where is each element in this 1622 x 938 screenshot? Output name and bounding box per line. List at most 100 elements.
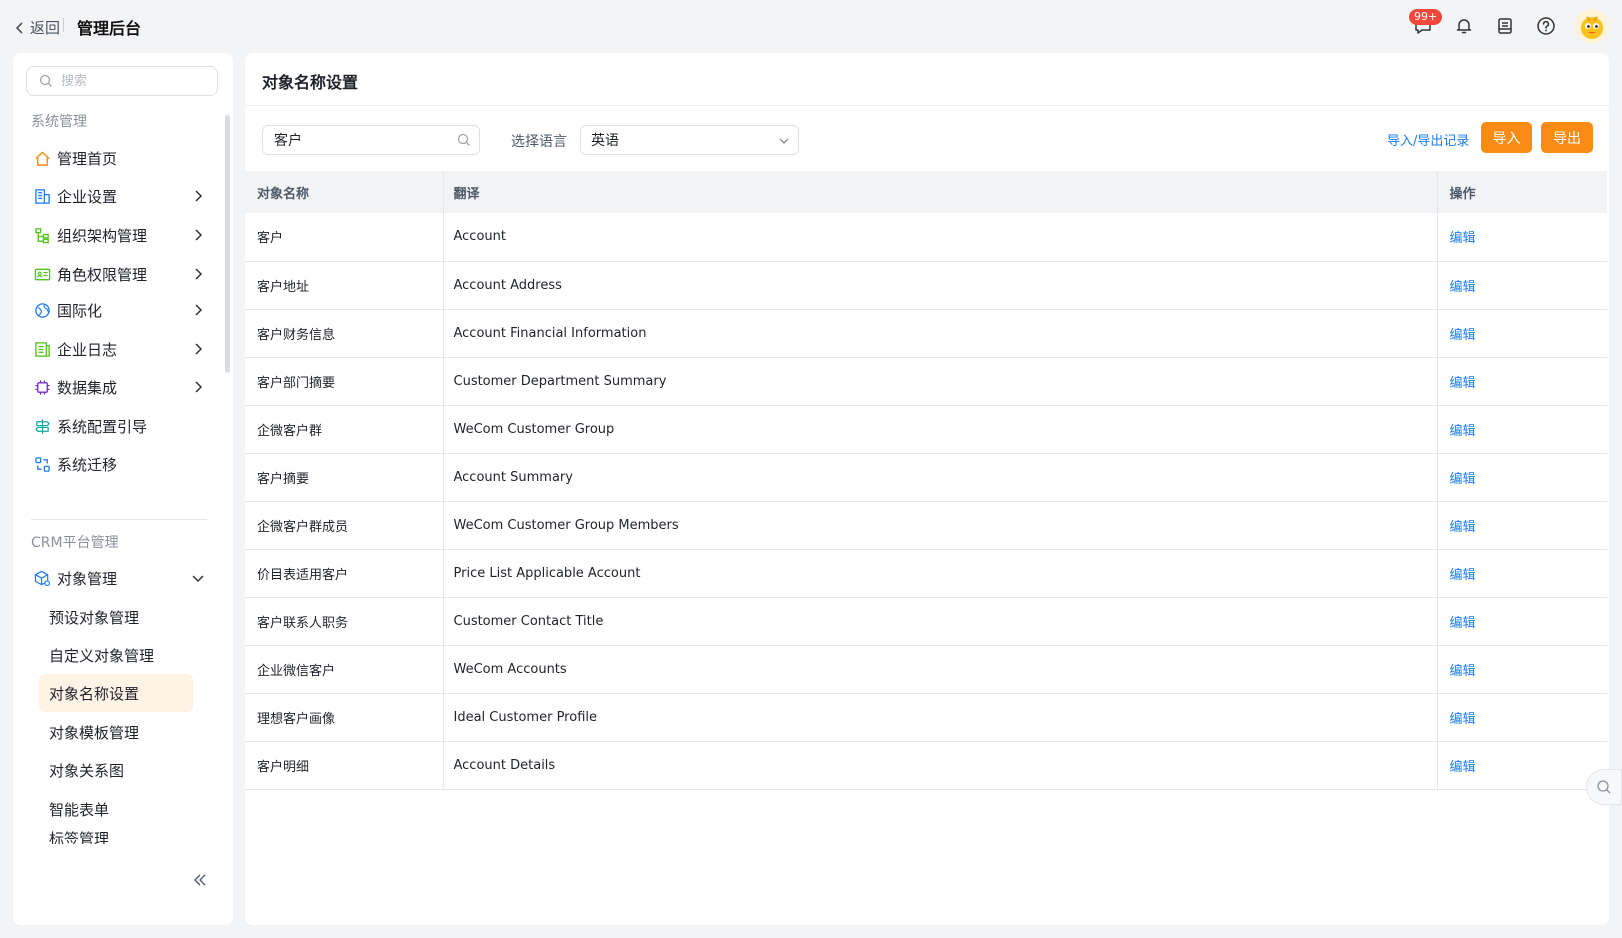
cell-object-name: 客户联系人职务 <box>245 597 444 646</box>
sidebar-item-migration[interactable]: 系统迁移 <box>33 447 213 481</box>
column-header-translation: 翻译 <box>443 171 1438 213</box>
cell-translation: WeCom Customer Group <box>443 405 1438 454</box>
chevron-right-icon <box>195 268 203 280</box>
page-title: 对象名称设置 <box>262 73 359 92</box>
table-row: 企微客户群成员 WeCom Customer Group Members 编辑 <box>245 501 1607 550</box>
table-row: 价目表适用客户 Price List Applicable Account 编辑 <box>245 549 1607 598</box>
sidebar-sub-object-templates[interactable]: 对象模板管理 <box>39 713 193 751</box>
cube-settings-icon <box>33 569 51 587</box>
sidebar-item-label: 角色权限管理 <box>57 265 148 284</box>
app-title: 管理后台 <box>77 19 142 38</box>
sidebar-item-config-guide[interactable]: 系统配置引导 <box>33 409 213 443</box>
org-tree-icon <box>33 226 51 244</box>
edit-link[interactable]: 编辑 <box>1437 597 1607 646</box>
sidebar-item-company-log[interactable]: 企业日志 <box>33 332 213 366</box>
object-search[interactable] <box>262 125 480 155</box>
language-value: 英语 <box>591 133 619 149</box>
language-select[interactable]: 英语 <box>580 125 799 155</box>
cell-object-name: 客户地址 <box>245 261 444 310</box>
cell-object-name: 客户摘要 <box>245 453 444 502</box>
table-row: 客户明细 Account Details 编辑 <box>245 741 1607 790</box>
sidebar-item-label: 对象管理 <box>57 569 118 588</box>
edit-link[interactable]: 编辑 <box>1437 357 1607 406</box>
sidebar-item-role-permission[interactable]: 角色权限管理 <box>33 257 213 291</box>
chevron-right-icon <box>195 381 203 393</box>
task-list-icon <box>1498 18 1512 34</box>
sidebar-item-label: 企业日志 <box>57 340 118 359</box>
cell-translation: Account Details <box>443 741 1438 790</box>
edit-link[interactable]: 编辑 <box>1437 501 1607 550</box>
help-button[interactable] <box>1534 14 1558 38</box>
search-icon[interactable] <box>457 133 471 147</box>
search-icon <box>1597 780 1611 794</box>
back-button[interactable]: 返回 <box>14 17 60 38</box>
sidebar-item-company-settings[interactable]: 企业设置 <box>33 179 213 213</box>
sidebar-sub-object-name-settings[interactable]: 对象名称设置 <box>39 674 193 712</box>
sidebar-item-label: 系统迁移 <box>57 455 118 474</box>
sidebar-item-label: 系统配置引导 <box>57 417 148 436</box>
cell-translation: WeCom Customer Group Members <box>443 501 1438 550</box>
edit-link[interactable]: 编辑 <box>1437 645 1607 694</box>
signpost-icon <box>33 417 51 435</box>
tasks-button[interactable] <box>1493 14 1517 38</box>
mascot-icon <box>1581 16 1603 39</box>
edit-link[interactable]: 编辑 <box>1437 405 1607 454</box>
collapse-sidebar-icon[interactable] <box>191 871 209 889</box>
sidebar-divider <box>31 519 207 520</box>
sidebar-sub-smart-forms[interactable]: 智能表单 <box>39 790 193 828</box>
sidebar-item-home[interactable]: 管理首页 <box>33 141 213 175</box>
chevron-right-icon <box>195 190 203 202</box>
floating-search-button[interactable] <box>1586 769 1622 805</box>
edit-link[interactable]: 编辑 <box>1437 693 1607 742</box>
cell-translation: Account Summary <box>443 453 1438 502</box>
column-header-action: 操作 <box>1437 171 1607 213</box>
home-icon <box>33 149 51 167</box>
table-row: 企微客户群 WeCom Customer Group 编辑 <box>245 405 1607 454</box>
notification-button[interactable] <box>1452 14 1476 38</box>
cell-translation: Account Financial Information <box>443 309 1438 358</box>
sidebar-sub-tag-management[interactable]: 标签管理 <box>39 828 193 844</box>
sidebar-scrollbar[interactable] <box>225 115 230 373</box>
cell-object-name: 企微客户群成员 <box>245 501 444 550</box>
sidebar-item-label: 管理首页 <box>57 149 118 168</box>
object-search-input[interactable] <box>272 131 457 149</box>
table-row: 理想客户画像 Ideal Customer Profile 编辑 <box>245 693 1607 742</box>
edit-link[interactable]: 编辑 <box>1437 453 1607 502</box>
chevron-right-icon <box>195 343 203 355</box>
group-crm-label: CRM平台管理 <box>31 535 119 551</box>
sidebar-item-org-structure[interactable]: 组织架构管理 <box>33 218 213 252</box>
edit-link[interactable]: 编辑 <box>1437 549 1607 598</box>
cell-object-name: 理想客户画像 <box>245 693 444 742</box>
sidebar-sub-preset-objects[interactable]: 预设对象管理 <box>39 598 193 636</box>
table-row: 客户部门摘要 Customer Department Summary 编辑 <box>245 357 1607 406</box>
table-row: 客户 Account 编辑 <box>245 213 1607 262</box>
chevron-down-icon <box>192 575 204 583</box>
id-card-icon <box>33 265 51 283</box>
sidebar-item-data-integration[interactable]: 数据集成 <box>33 370 213 404</box>
avatar[interactable] <box>1575 9 1609 43</box>
sidebar-search-input[interactable] <box>59 72 213 90</box>
edit-link[interactable]: 编辑 <box>1437 213 1607 262</box>
edit-link[interactable]: 编辑 <box>1437 309 1607 358</box>
search-icon <box>39 74 52 87</box>
sidebar-item-i18n[interactable]: 国际化 <box>33 293 213 327</box>
object-name-table: 对象名称 翻译 操作 客户 Account 编辑 客户地址 Account Addre… <box>245 171 1607 790</box>
sidebar-item-object-management[interactable]: 对象管理 <box>33 561 213 595</box>
cell-object-name: 客户明细 <box>245 741 444 790</box>
sidebar-item-label: 国际化 <box>57 301 103 320</box>
cell-translation: Customer Contact Title <box>443 597 1438 646</box>
sidebar-item-label: 组织架构管理 <box>57 226 148 245</box>
log-icon <box>33 340 51 358</box>
import-button[interactable]: 导入 <box>1481 122 1532 153</box>
edit-link[interactable]: 编辑 <box>1437 261 1607 310</box>
table-row: 客户联系人职务 Customer Contact Title 编辑 <box>245 597 1607 646</box>
sidebar-sub-object-relations[interactable]: 对象关系图 <box>39 751 193 789</box>
sidebar-search[interactable] <box>26 66 218 96</box>
edit-link[interactable]: 编辑 <box>1437 741 1607 790</box>
cell-object-name: 企微客户群 <box>245 405 444 454</box>
import-export-record-link[interactable]: 导入/导出记录 <box>1387 130 1469 149</box>
sidebar-sub-custom-objects[interactable]: 自定义对象管理 <box>39 636 193 674</box>
cell-translation: WeCom Accounts <box>443 645 1438 694</box>
language-label: 选择语言 <box>511 134 567 150</box>
export-button[interactable]: 导出 <box>1541 122 1593 153</box>
